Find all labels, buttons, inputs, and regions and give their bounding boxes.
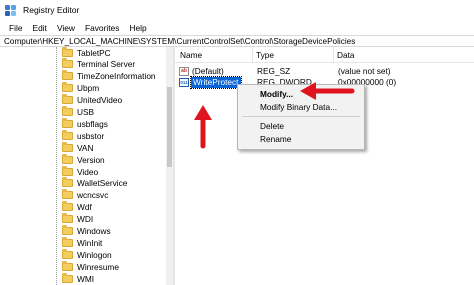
tree-item-terminal-server[interactable]: Terminal Server — [62, 58, 136, 70]
tree-item-timezoneinformation[interactable]: TimeZoneInformation — [62, 70, 156, 82]
menu-help[interactable]: Help — [124, 23, 151, 33]
tree-item-label: VAN — [77, 142, 94, 153]
key-tree: TabletPC Terminal Server TimeZoneInforma… — [0, 47, 173, 285]
folder-icon — [62, 272, 73, 283]
binary-value-icon: 011 — [179, 78, 189, 87]
value-name: (Default) — [192, 66, 224, 76]
tree-item-usbstor[interactable]: usbstor — [62, 129, 105, 141]
tree-item-label: WinInit — [77, 237, 103, 248]
tree-item-label: Video — [77, 166, 99, 177]
tree-item-winlogon[interactable]: Winlogon — [62, 248, 112, 260]
tree-item-video[interactable]: Video — [62, 165, 99, 177]
folder-icon — [62, 225, 73, 235]
folder-icon — [62, 260, 73, 271]
column-divider[interactable] — [333, 47, 334, 63]
tree-scrollbar[interactable] — [166, 47, 173, 285]
folder-icon — [62, 248, 73, 259]
tree-item-wdi[interactable]: WDI — [62, 213, 94, 225]
tree-item-label: WalletService — [77, 178, 128, 189]
menu-item-rename[interactable]: Rename — [238, 133, 364, 145]
list-header: Name Type Data — [175, 47, 474, 63]
tree-item-label: TimeZoneInformation — [77, 71, 156, 82]
folder-icon — [62, 70, 73, 81]
address-bar[interactable]: Computer\HKEY_LOCAL_MACHINE\SYSTEM\Curre… — [0, 35, 474, 47]
context-menu: Modify... Modify Binary Data... Delete R… — [237, 84, 365, 150]
tree-item-label: usbstor — [77, 130, 105, 141]
tree-item-label: Version — [77, 154, 105, 165]
menu-item-modify[interactable]: Modify... — [238, 88, 364, 100]
tree-item-label: Windows — [77, 226, 111, 236]
tree-item-walletservice[interactable]: WalletService — [62, 177, 128, 189]
folder-icon — [62, 236, 73, 247]
tree-item-label: Winlogon — [77, 249, 112, 260]
tree-item-wmi[interactable]: WMI — [62, 272, 95, 284]
value-name-selected: WriteProtect — [190, 76, 242, 89]
tree-item-winresume[interactable]: Winresume — [62, 260, 119, 272]
column-divider[interactable] — [252, 47, 253, 63]
tree-item-usb[interactable]: USB — [62, 106, 95, 118]
folder-icon — [62, 153, 73, 164]
tree-item-unitedvideo[interactable]: UnitedVideo — [62, 94, 123, 106]
tree-connector-line — [56, 47, 57, 285]
folder-icon — [62, 189, 73, 200]
folder-icon — [62, 106, 73, 116]
title-bar: Registry Editor — [0, 0, 474, 20]
tree-item-label: Ubpm — [77, 83, 100, 94]
column-header-name[interactable]: Name — [180, 50, 202, 60]
tree-item-label: usbflags — [77, 118, 108, 129]
column-header-data[interactable]: Data — [337, 50, 355, 60]
string-value-icon: ab — [179, 67, 189, 76]
folder-icon — [62, 177, 73, 188]
tree-item-wininit[interactable]: WinInit — [62, 236, 103, 248]
menu-favorites[interactable]: Favorites — [80, 23, 124, 33]
value-type: REG_SZ — [257, 66, 291, 76]
values-list: Name Type Data ab (Default) REG_SZ (valu… — [175, 47, 474, 285]
folder-icon — [62, 165, 73, 176]
column-header-type[interactable]: Type — [256, 50, 274, 60]
folder-icon — [62, 47, 73, 57]
tree-item-wcncsvc[interactable]: wcncsvc — [62, 189, 109, 201]
tree-item-label: WDI — [77, 214, 94, 225]
tree-item-version[interactable]: Version — [62, 153, 105, 165]
tree-item-label: Winresume — [77, 261, 119, 272]
tree-item-label: Terminal Server — [77, 59, 136, 70]
tree-item-label: wcncsvc — [77, 190, 109, 201]
folder-icon — [62, 129, 73, 140]
tree-item-label: UnitedVideo — [77, 95, 123, 106]
tree-item-wdf[interactable]: Wdf — [62, 201, 92, 213]
tree-item-tabletpc[interactable]: TabletPC — [62, 47, 111, 58]
list-row[interactable]: ab (Default) REG_SZ (value not set) — [175, 66, 474, 77]
menu-view[interactable]: View — [52, 23, 80, 33]
value-data: (value not set) — [338, 66, 391, 76]
folder-icon — [62, 94, 73, 105]
tree-item-van[interactable]: VAN — [62, 141, 94, 153]
tree-item-label: WMI — [77, 273, 95, 284]
tree-item-ubpm[interactable]: Ubpm — [62, 82, 100, 94]
tree-scrollbar-thumb[interactable] — [167, 87, 172, 167]
folder-icon — [62, 201, 73, 212]
menu-edit[interactable]: Edit — [28, 23, 52, 33]
folder-icon — [62, 82, 73, 93]
menu-item-modify-binary-data[interactable]: Modify Binary Data... — [238, 101, 364, 113]
menu-separator — [242, 116, 360, 117]
menu-item-delete[interactable]: Delete — [238, 120, 364, 132]
tree-item-usbflags[interactable]: usbflags — [62, 117, 108, 129]
registry-editor-icon — [5, 4, 17, 16]
tree-item-label: TabletPC — [77, 47, 111, 58]
tree-item-label: Wdf — [77, 202, 92, 213]
menu-bar: File Edit View Favorites Help — [0, 20, 474, 35]
menu-file[interactable]: File — [4, 23, 28, 33]
window-title: Registry Editor — [23, 5, 80, 15]
folder-icon — [62, 117, 73, 128]
folder-icon — [62, 58, 73, 69]
tree-item-label: USB — [77, 107, 95, 117]
folder-icon — [62, 213, 73, 224]
folder-icon — [62, 141, 73, 152]
tree-item-windows[interactable]: Windows — [62, 225, 111, 237]
